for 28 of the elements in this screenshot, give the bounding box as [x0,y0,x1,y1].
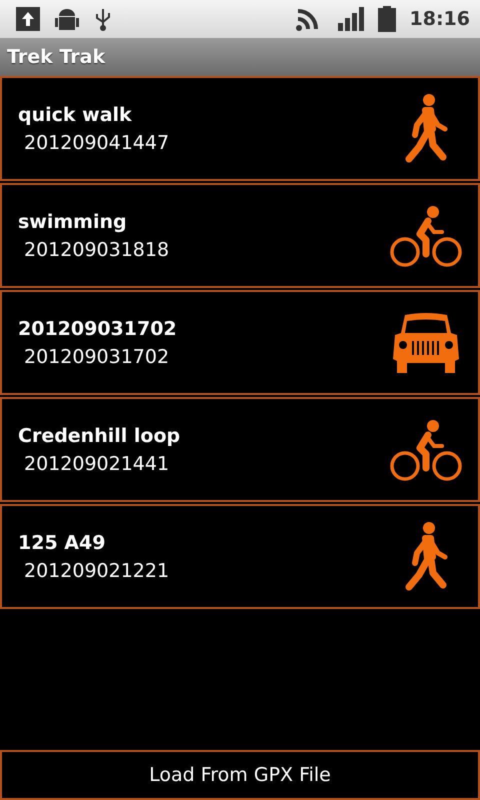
load-gpx-button[interactable]: Load From GPX File [0,750,480,800]
signal-icon [338,7,364,31]
upload-icon [16,7,40,31]
cyclist-icon [390,204,462,268]
usb-icon [94,6,112,32]
trip-item[interactable]: quick walk 201209041447 [0,76,480,181]
trip-timestamp: 201209041447 [23,132,170,154]
clock-time: 18:16 [410,8,470,30]
cyclist-icon [390,418,462,482]
trip-name: quick walk [18,104,133,126]
trip-name: swimming [18,210,128,232]
trip-timestamp: 201209021441 [23,452,170,474]
walking-person-icon [403,92,449,164]
trip-timestamp: 201209031818 [23,238,170,260]
trip-item[interactable]: 125 A49 201209021221 [0,504,480,609]
trip-timestamp: 201209021221 [23,560,170,582]
trip-timestamp: 201209031702 [23,346,170,368]
walking-person-icon [403,520,449,592]
trip-name: Credenhill loop [18,424,182,446]
trip-name: 201209031702 [18,318,178,340]
trip-item[interactable]: swimming 201209031818 [0,183,480,288]
android-icon [54,7,80,31]
trip-item[interactable]: 201209031702 201209031702 [0,290,480,395]
trip-item[interactable]: Credenhill loop 201209021441 [0,397,480,502]
app-title: Trek Trak [7,46,106,68]
battery-icon [378,6,396,32]
car-icon [391,310,461,374]
trip-name: 125 A49 [18,532,106,554]
